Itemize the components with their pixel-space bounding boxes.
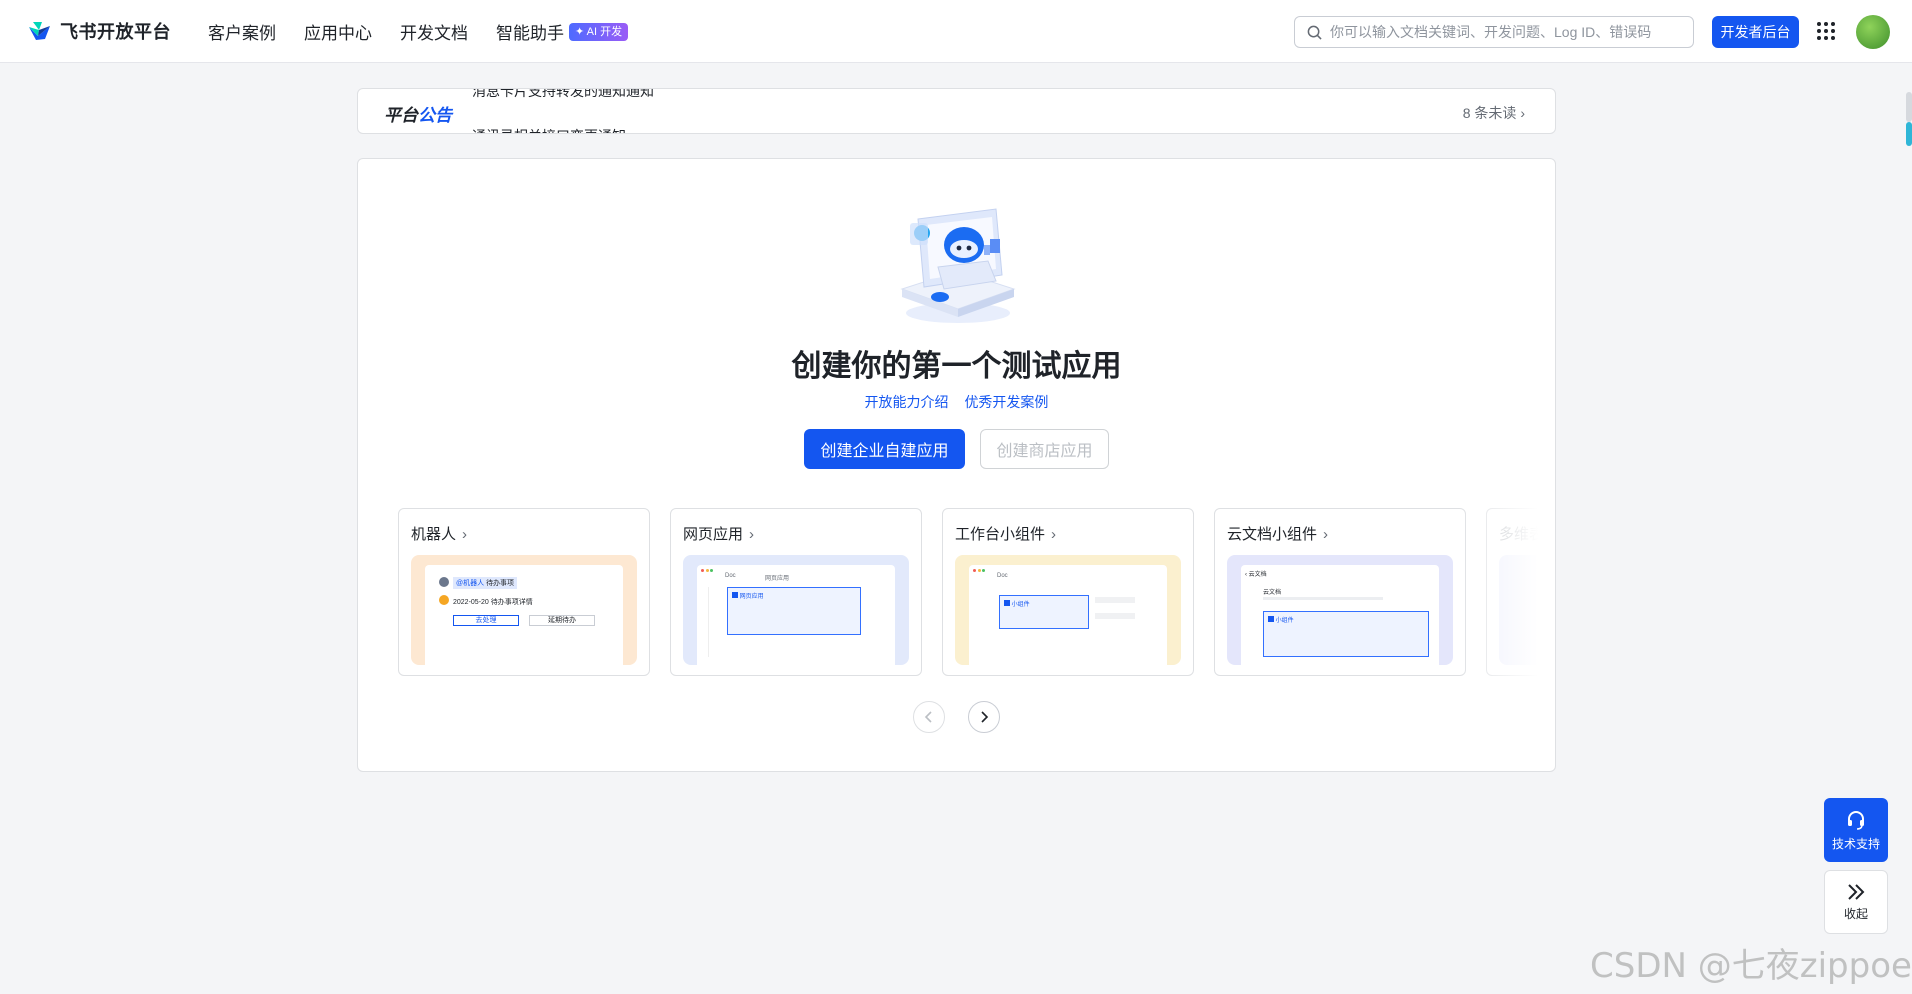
workbench-preview: Doc 小组件 (955, 555, 1181, 665)
tab: 网页应用 (765, 576, 790, 582)
nav-customer-cases[interactable]: 客户案例 (208, 19, 276, 44)
announcement-title-part2: 公告 (418, 106, 452, 125)
window-dots (973, 568, 986, 574)
unread-count: 8 条未读 (1462, 105, 1517, 121)
nav-label: 智能助手 (496, 24, 564, 43)
main-nav: 客户案例 应用中心 开发文档 智能助手 ✦ AI 开发 (208, 0, 656, 63)
app-type-card-workbench-widget[interactable]: 工作台小组件 › Doc 小组件 (942, 508, 1194, 676)
bitable-preview (1499, 555, 1538, 665)
platform-announcement: 平台公告 消息卡片支持转发的通知通知 通讯录相关接口变更通知 8 条未读 › (357, 88, 1556, 134)
doc-back-title: ‹ 云文档 (1245, 572, 1267, 578)
announcement-title: 平台公告 (384, 101, 452, 126)
app-type-card-bot[interactable]: 机器人 › @机器人 待办事项 2022-05-20 待办事项详情 去处理 延期待… (398, 508, 650, 676)
web-preview: Doc 网页应用 网页应用 (683, 555, 909, 665)
chevron-right-icon: › (749, 526, 755, 543)
developer-console-button[interactable]: 开发者后台 (1712, 16, 1799, 48)
app-type-label: 机器人 › (411, 526, 468, 543)
tab: Doc (725, 573, 736, 579)
create-store-app-button: 创建商店应用 (980, 429, 1109, 469)
search-input[interactable] (1330, 24, 1670, 40)
chevron-right-icon (981, 711, 989, 723)
bot-message: @机器人 待办事项 (453, 577, 518, 589)
chevron-left-icon (924, 711, 932, 723)
app-type-card-web[interactable]: 网页应用 › Doc 网页应用 网页应用 (670, 508, 922, 676)
app-grid-icon[interactable] (1817, 22, 1835, 40)
search-box[interactable] (1294, 16, 1694, 48)
carousel-next-button[interactable] (968, 701, 1000, 733)
doc-preview: ‹ 云文档 云文档 小组件 (1227, 555, 1453, 665)
nav-dev-docs[interactable]: 开发文档 (400, 19, 468, 44)
doc-widget-panel: 小组件 (1263, 611, 1429, 657)
logo-text: 飞书开放平台 (60, 22, 171, 42)
scrollbar-indicator (1906, 122, 1912, 146)
collapse-label: 收起 (1843, 906, 1868, 921)
top-navigation-bar: 飞书开放平台 客户案例 应用中心 开发文档 智能助手 ✦ AI 开发 开发者后台 (0, 0, 1912, 63)
avatar (439, 577, 449, 587)
watermark: CSDN @七夜zippoe (1590, 946, 1912, 986)
collapse-button[interactable]: 收起 (1824, 870, 1888, 934)
app-type-card-doc-widget[interactable]: 云文档小组件 › ‹ 云文档 云文档 小组件 (1214, 508, 1466, 676)
feishu-logo-icon (29, 22, 50, 40)
app-type-label: 网页应用 › (683, 526, 755, 543)
bot-text: 2022-05-20 待办事项详情 (453, 599, 533, 606)
window-dots (701, 568, 715, 572)
nav-app-center[interactable]: 应用中心 (304, 19, 372, 44)
chevron-right-icon: › (1051, 526, 1057, 543)
nav-label: 开发文档 (400, 24, 468, 43)
create-enterprise-app-button[interactable]: 创建企业自建应用 (804, 429, 965, 469)
bot-card-button: 去处理 (453, 615, 519, 626)
app-type-label: 云文档小组件 › (1227, 526, 1329, 543)
app-type-card-bitable[interactable]: 多维表格 (1486, 508, 1538, 676)
chevron-right-icon: › (1323, 526, 1329, 543)
nav-label: 客户案例 (208, 24, 276, 43)
announcement-title-part1: 平台 (384, 106, 418, 125)
robot-laptop-illustration-icon (900, 208, 1016, 323)
placeholder-line (1095, 613, 1135, 619)
chevron-right-icon: › (1520, 105, 1525, 121)
tech-support-label: 技术支持 (1831, 836, 1880, 851)
announcement-item[interactable]: 消息卡片支持转发的通知通知 (472, 89, 654, 101)
placeholder-line (1263, 597, 1383, 600)
cases-link[interactable]: 优秀开发案例 (964, 394, 1048, 410)
nav-label: 应用中心 (304, 24, 372, 43)
search-icon (1307, 25, 1322, 40)
bot-avatar (439, 595, 449, 605)
unread-count-link[interactable]: 8 条未读 › (1463, 103, 1525, 123)
announcement-item[interactable]: 通讯录相关接口变更通知 (472, 126, 626, 133)
sidebar (701, 587, 709, 657)
chevron-right-icon: › (462, 526, 468, 543)
tab: Doc (997, 573, 1008, 579)
page-title: 创建你的第一个测试应用 (791, 350, 1122, 383)
logo[interactable]: 飞书开放平台 (26, 18, 171, 44)
capabilities-link[interactable]: 开放能力介绍 (865, 394, 949, 410)
scrollbar-thumb[interactable] (1906, 92, 1912, 122)
double-chevron-right-icon (1848, 883, 1865, 900)
widget-panel: 小组件 (999, 595, 1089, 629)
bot-preview: @机器人 待办事项 2022-05-20 待办事项详情 去处理 延期待办 (411, 555, 637, 665)
avatar[interactable] (1856, 15, 1890, 49)
create-app-card: 创建你的第一个测试应用 开放能力介绍 优秀开发案例 创建企业自建应用 创建商店应… (357, 158, 1556, 772)
placeholder-line (1095, 597, 1135, 603)
carousel-prev-button[interactable] (913, 701, 945, 733)
nav-smart-assistant[interactable]: 智能助手 ✦ AI 开发 (496, 19, 629, 44)
app-type-label: 多维表格 (1499, 526, 1538, 543)
app-type-carousel: 机器人 › @机器人 待办事项 2022-05-20 待办事项详情 去处理 延期待… (398, 508, 1538, 678)
intro-links: 开放能力介绍 优秀开发案例 (358, 392, 1555, 412)
doc-heading: 云文档 (1263, 590, 1282, 596)
app-type-label: 工作台小组件 › (955, 526, 1057, 543)
headset-icon (1848, 810, 1864, 830)
ai-dev-badge: ✦ AI 开发 (569, 22, 629, 41)
tech-support-button[interactable]: 技术支持 (1824, 798, 1888, 862)
web-app-panel: 网页应用 (727, 587, 861, 635)
bot-card-button: 延期待办 (529, 615, 595, 626)
